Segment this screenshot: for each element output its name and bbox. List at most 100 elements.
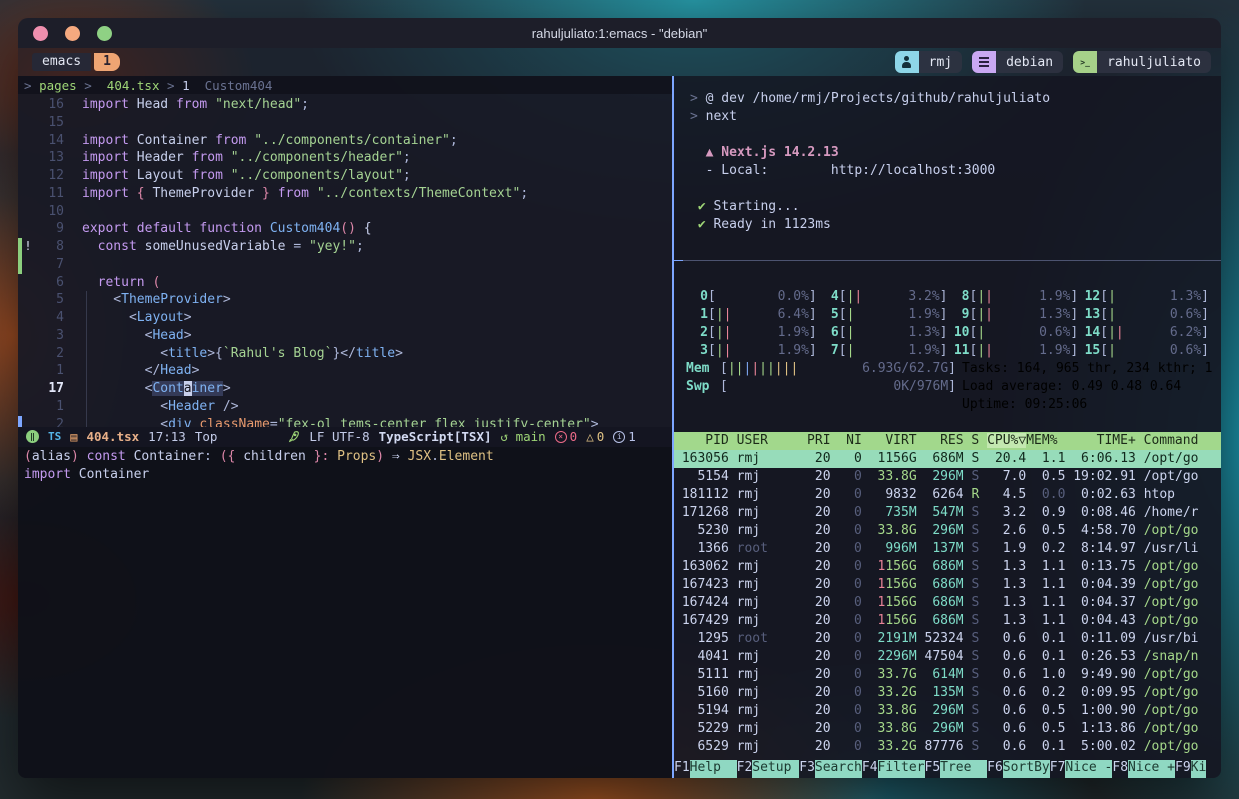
pane-divider-horizontal[interactable] — [674, 260, 1221, 261]
code-line[interactable]: 4 <Layout> — [18, 309, 672, 327]
cpu-meter: 15[|0.6%] — [1078, 342, 1209, 360]
title-bar: rahuljuliato:1:emacs - "debian" — [18, 18, 1221, 48]
encoding-label: LF UTF-8 — [309, 429, 369, 444]
fkey-action-label[interactable]: Help — [690, 760, 737, 778]
code-line[interactable]: 15 — [18, 114, 672, 132]
fkey-action-label[interactable]: Setup — [752, 760, 799, 778]
status-badge[interactable]: debian — [972, 51, 1063, 73]
line-number: 16 — [34, 96, 64, 114]
fkey-f5[interactable]: F5 — [925, 760, 941, 778]
process-row[interactable]: 4041 rmj 20 0 2296M 47504 S 0.6 0.1 0:26… — [674, 648, 1221, 666]
fkey-f1[interactable]: F1 — [674, 760, 690, 778]
cpu-meters: 0[0.0%]4[||3.2%]8[||1.9%]12[|1.3%]1[||6.… — [674, 288, 1221, 360]
fkey-f3[interactable]: F3 — [799, 760, 815, 778]
htop-pane[interactable]: 0[0.0%]4[||3.2%]8[||1.9%]12[|1.3%]1[||6.… — [674, 261, 1221, 778]
process-row[interactable]: 167429 rmj 20 0 1156G 686M S 1.3 1.1 0:0… — [674, 612, 1221, 630]
terminal-pane[interactable]: > @ dev /home/rmj/Projects/github/rahulj… — [674, 76, 1221, 778]
code-line[interactable]: 13import Header from "../components/head… — [18, 149, 672, 167]
code-line[interactable]: 5 <ThemeProvider> — [18, 291, 672, 309]
code-line[interactable]: 9export default function Custom404() { — [18, 220, 672, 238]
code-line[interactable]: 11import { ThemeProvider } from "../cont… — [18, 185, 672, 203]
terminal-window: rahuljuliato:1:emacs - "debian" emacs 1 … — [18, 18, 1221, 778]
fkey-f9[interactable]: F9 — [1175, 760, 1191, 778]
process-row[interactable]: 6529 rmj 20 0 33.2G 87776 S 0.6 0.1 5:00… — [674, 738, 1221, 756]
code-text: <Header /> — [82, 398, 239, 416]
scroll-position: Top — [195, 429, 218, 444]
line-number: 1 — [34, 398, 64, 416]
code-buffer[interactable]: 16import Head from "next/head";1514impor… — [18, 94, 672, 427]
line-number: 6 — [34, 274, 64, 292]
cursor-position: 17:13 — [148, 429, 186, 444]
minimize-button[interactable] — [65, 26, 80, 41]
fkey-action-label[interactable]: SortBy — [1003, 760, 1050, 778]
editor-pane[interactable]: > pages > 404.tsx > 1 Custom404 16import… — [18, 76, 672, 778]
process-table-header[interactable]: PID USER PRI NI VIRT RES S CPU%▽MEM% TIM… — [674, 432, 1221, 450]
fkey-action-label[interactable]: Nice - — [1065, 760, 1112, 778]
error-icon: × — [555, 431, 567, 443]
process-row[interactable]: 1366 root 20 0 996M 137M S 1.9 0.2 8:14.… — [674, 540, 1221, 558]
sort-column-header: CPU%▽ — [987, 433, 1026, 448]
process-row[interactable]: 5230 rmj 20 0 33.8G 296M S 2.6 0.5 4:58.… — [674, 522, 1221, 540]
sign-column — [22, 220, 34, 238]
maximize-button[interactable] — [97, 26, 112, 41]
window-title: rahuljuliato:1:emacs - "debian" — [18, 26, 1221, 41]
window-index-badge: 1 — [94, 53, 120, 71]
info-count: i1 — [613, 429, 636, 444]
fkey-action-label[interactable]: Nice + — [1128, 760, 1175, 778]
code-line[interactable]: 10 — [18, 203, 672, 221]
cpu-meter: 3[||1.9%] — [686, 342, 817, 360]
process-row[interactable]: 5229 rmj 20 0 33.8G 296M S 0.6 0.5 1:13.… — [674, 720, 1221, 738]
status-badge-label: debian — [996, 51, 1063, 73]
code-line[interactable]: !8 const someUnusedVariable = "yey!"; — [18, 238, 672, 256]
process-row[interactable]: 171268 rmj 20 0 735M 547M S 3.2 0.9 0:08… — [674, 504, 1221, 522]
code-text: import Header from "../components/header… — [82, 149, 411, 167]
column-headers: PID USER PRI NI VIRT RES S — [674, 433, 987, 448]
process-row[interactable]: 5160 rmj 20 0 33.2G 135M S 0.6 0.2 0:09.… — [674, 684, 1221, 702]
code-line[interactable]: 14import Container from "../components/c… — [18, 132, 672, 150]
process-row[interactable]: 167423 rmj 20 0 1156G 686M S 1.3 1.1 0:0… — [674, 576, 1221, 594]
sign-column — [22, 114, 34, 132]
fkey-action-label[interactable]: Search — [815, 760, 862, 778]
code-line[interactable]: 2 <div className="fex-ol tems-center fle… — [18, 416, 672, 427]
code-line[interactable]: 2 <title>{`Rahul's Blog`}</title> — [18, 345, 672, 363]
terminal-line: ✔ Starting... — [690, 198, 1221, 216]
fkey-f4[interactable]: F4 — [862, 760, 878, 778]
fkey-action-label[interactable]: Tree — [940, 760, 987, 778]
process-row[interactable]: 5194 rmj 20 0 33.8G 296M S 0.6 0.5 1:00.… — [674, 702, 1221, 720]
process-row[interactable]: 1295 root 20 0 2191M 52324 S 0.6 0.1 0:1… — [674, 630, 1221, 648]
code-line[interactable]: 3 <Head> — [18, 327, 672, 345]
fkey-action-label[interactable]: Ki — [1191, 760, 1207, 778]
fkey-f2[interactable]: F2 — [737, 760, 753, 778]
memory-meter: Mem[|||||||||6.93G/62.7G] — [686, 360, 962, 378]
close-button[interactable] — [33, 26, 48, 41]
code-line[interactable]: 17 <Container> — [18, 380, 672, 398]
code-line[interactable]: 16import Head from "next/head"; — [18, 96, 672, 114]
code-line[interactable]: 7 — [18, 256, 672, 274]
cpu-meter: 7[|1.9%] — [817, 342, 948, 360]
modeline: ‖ TS ▤ 404.tsx 17:13 Top LF UTF-8 TypeSc… — [18, 427, 672, 447]
process-row[interactable]: 163062 rmj 20 0 1156G 686M S 1.3 1.1 0:1… — [674, 558, 1221, 576]
code-text: </Head> — [82, 362, 199, 380]
echo-area: (alias) const Container: ({ children }: … — [18, 447, 672, 779]
sign-column — [22, 309, 34, 327]
code-text: <Head> — [82, 327, 192, 345]
cpu-meter: 1[||6.4%] — [686, 306, 817, 324]
code-line[interactable]: 1 </Head> — [18, 362, 672, 380]
fkey-action-label[interactable]: Filter — [878, 760, 925, 778]
status-badge[interactable]: rmj — [895, 51, 962, 73]
code-line[interactable]: 1 <Header /> — [18, 398, 672, 416]
process-row[interactable]: 167424 rmj 20 0 1156G 686M S 1.3 1.1 0:0… — [674, 594, 1221, 612]
user-icon — [895, 51, 919, 73]
status-badge[interactable]: >_rahuljuliato — [1073, 51, 1211, 73]
shell-output: > @ dev /home/rmj/Projects/github/rahulj… — [674, 76, 1221, 260]
fkey-f8[interactable]: F8 — [1112, 760, 1128, 778]
fkey-f7[interactable]: F7 — [1050, 760, 1066, 778]
fkey-f6[interactable]: F6 — [987, 760, 1003, 778]
code-line[interactable]: 6 return ( — [18, 274, 672, 292]
process-row[interactable]: 5154 rmj 20 0 33.8G 296M S 7.0 0.5 19:02… — [674, 468, 1221, 486]
process-row[interactable]: 163056 rmj 20 0 1156G 686M S 20.4 1.1 6:… — [674, 450, 1221, 468]
process-row[interactable]: 5111 rmj 20 0 33.7G 614M S 0.6 1.0 9:49.… — [674, 666, 1221, 684]
code-line[interactable]: 12import Layout from "../components/layo… — [18, 167, 672, 185]
tmux-window-tab[interactable]: emacs 1 — [32, 53, 120, 71]
process-row[interactable]: 181112 rmj 20 0 9832 6264 R 4.5 0.0 0:02… — [674, 486, 1221, 504]
